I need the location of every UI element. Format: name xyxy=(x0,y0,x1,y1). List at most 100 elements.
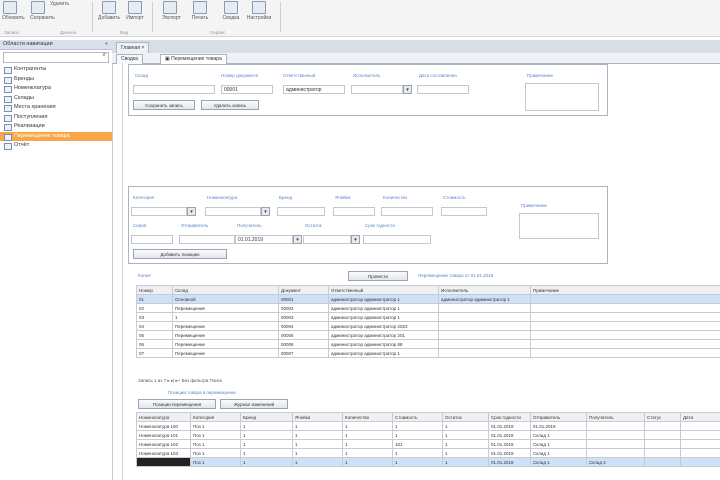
table-icon xyxy=(4,114,12,122)
table-row[interactable]: Номенклатура 104 Поз 1 1 1 1 1 1 01.01.2019 Скла… xyxy=(136,457,720,467)
table-cell: 01.01.2019 xyxy=(488,439,531,449)
table-row[interactable]: 07 Перемещение 00007 администратор админист… xyxy=(136,348,720,358)
record-navigator[interactable]: Запись 1 из 7 ▸ ▸| ▸+ Без фильтра Поиск xyxy=(138,378,222,384)
table-cell: 05 xyxy=(136,330,173,340)
column-header[interactable]: Категория xyxy=(190,412,241,422)
column-header[interactable]: Бренд xyxy=(240,412,293,422)
table-row[interactable]: Номенклатура 103 Поз 1 1 1 1 1 1 01.01.2019 Скла… xyxy=(136,448,720,458)
export-button[interactable]: Экспорт xyxy=(162,1,181,29)
post-button[interactable]: Провести xyxy=(348,271,408,281)
sidebar-item[interactable]: Перемещение товара xyxy=(0,131,112,141)
column-header[interactable]: Склад xyxy=(172,285,279,295)
table-row[interactable]: 05 Перемещение 00005 администратор админист… xyxy=(136,330,720,340)
table-row[interactable]: 02 Перемещение 00002 администратор админист… xyxy=(136,303,720,313)
expiry-field[interactable] xyxy=(363,235,431,244)
transfer-link[interactable]: Перемещение товара от 01.01.2019 xyxy=(418,273,493,278)
table-row[interactable]: 03 1 00003 администратор администратор 1 xyxy=(136,312,720,322)
settings-button[interactable]: Настройки xyxy=(244,1,274,29)
date-dropdown[interactable]: ▾ xyxy=(293,235,302,244)
table-cell: Склад 1 xyxy=(530,430,587,440)
sender-field[interactable] xyxy=(179,235,235,244)
tab-positions[interactable]: Позиции перемещения xyxy=(138,399,216,409)
table-row[interactable]: 06 Перемещение 00006 администратор админист… xyxy=(136,339,720,349)
table-row[interactable]: Номенклатура 100 Поз 1 1 1 1 1 1 01.01.2019 01.0… xyxy=(136,421,720,431)
date-value-field[interactable]: 01.01.2019 xyxy=(235,235,293,244)
nav-header[interactable]: Области навигации « xyxy=(0,40,112,50)
nomenclature-field[interactable] xyxy=(205,207,261,216)
brand-field[interactable] xyxy=(277,207,325,216)
series-field[interactable] xyxy=(131,235,173,244)
chevron-left-icon[interactable]: « xyxy=(105,40,108,49)
category-dropdown[interactable]: ▾ xyxy=(187,207,196,216)
column-header[interactable]: Количество xyxy=(342,412,393,422)
copy-link[interactable]: Копия xyxy=(138,273,151,278)
warehouse-label: Склад xyxy=(135,73,149,78)
doc-number-label: Номер документа xyxy=(221,73,259,78)
column-header[interactable]: Получатель xyxy=(586,412,645,422)
table-cell: Поз 1 xyxy=(190,439,241,449)
date-field[interactable] xyxy=(417,85,469,94)
remainder-field[interactable] xyxy=(303,235,351,244)
summary-button[interactable]: Сводка xyxy=(222,1,240,29)
column-header[interactable]: Исполнитель xyxy=(438,285,531,295)
executor-field[interactable] xyxy=(351,85,403,94)
column-header[interactable]: Номенклатура xyxy=(136,412,191,422)
responsible-field[interactable]: администратор xyxy=(283,85,345,94)
column-header[interactable]: Остаток xyxy=(442,412,489,422)
cost-field[interactable] xyxy=(441,207,487,216)
quantity-field[interactable] xyxy=(381,207,433,216)
column-header[interactable]: Ячейка xyxy=(292,412,343,422)
sidebar-item[interactable]: Отчёт xyxy=(0,141,112,151)
ribbon-separator xyxy=(152,2,153,32)
delete-button[interactable]: Удалить xyxy=(50,1,78,29)
tab-summary[interactable]: Сводка xyxy=(116,54,143,64)
delete-record-button[interactable]: Удалить запись xyxy=(201,100,259,110)
column-header[interactable]: Номер xyxy=(136,285,173,295)
sidebar-item[interactable]: Контрагенты xyxy=(0,65,112,75)
tab-transfer[interactable]: ▣ Перемещение товара xyxy=(160,54,227,64)
sidebar-item[interactable]: Поступления xyxy=(0,113,112,123)
table-cell: 1 xyxy=(442,439,489,449)
doc-number-field[interactable]: 00001 xyxy=(221,85,273,94)
refresh-button[interactable]: Обновить xyxy=(2,1,25,29)
add-button[interactable]: Добавить xyxy=(98,1,120,29)
positions-link[interactable]: Позиции товара в перемещении xyxy=(168,390,236,395)
sidebar-item[interactable]: Реализации xyxy=(0,122,112,132)
column-header[interactable]: Статус xyxy=(644,412,681,422)
pos-note-field[interactable] xyxy=(519,213,599,239)
nomenclature-dropdown[interactable]: ▾ xyxy=(261,207,270,216)
table-row[interactable]: Номенклатура 101 Поз 1 1 1 1 1 1 01.01.2019 Скла… xyxy=(136,430,720,440)
import-button[interactable]: Импорт xyxy=(124,1,146,29)
save-button[interactable]: Сохранить xyxy=(30,1,55,29)
column-header[interactable]: Стоимость xyxy=(392,412,443,422)
sidebar-item[interactable]: Бренды xyxy=(0,75,112,85)
table-row[interactable]: 01 Основной 00001 администратор администрат… xyxy=(136,294,720,304)
column-header[interactable]: Отправитель xyxy=(530,412,587,422)
close-icon[interactable]: × xyxy=(141,45,144,51)
column-header[interactable]: Срок годности xyxy=(488,412,531,422)
tab-change-log[interactable]: Журнал изменений xyxy=(220,399,288,409)
remainder-dropdown[interactable]: ▾ xyxy=(351,235,360,244)
sidebar-item[interactable]: Склады xyxy=(0,94,112,104)
print-button[interactable]: Печать xyxy=(186,1,214,29)
warehouse-field[interactable] xyxy=(133,85,215,94)
add-position-button[interactable]: Добавить позицию xyxy=(133,249,227,259)
table-cell: 01 xyxy=(136,294,173,304)
table-row[interactable]: 04 Перемещение 00004 администратор админист… xyxy=(136,321,720,331)
sidebar-item[interactable]: Места хранения xyxy=(0,103,112,113)
tab-home[interactable]: Главная × xyxy=(116,42,150,53)
note-field[interactable] xyxy=(525,83,599,111)
executor-dropdown[interactable]: ▾ xyxy=(403,85,412,94)
table-row[interactable]: Номенклатура 102 Поз 1 1 1 1 101 1 01.01.2019 Ск… xyxy=(136,439,720,449)
cell-field[interactable] xyxy=(333,207,375,216)
table-cell xyxy=(644,421,681,431)
sidebar-item[interactable]: Номенклатура xyxy=(0,84,112,94)
nav-search-input[interactable]: ⌕ xyxy=(3,52,109,63)
column-header[interactable]: Примечание xyxy=(530,285,720,295)
category-field[interactable] xyxy=(131,207,187,216)
save-record-button[interactable]: Сохранить запись xyxy=(133,100,195,110)
table-cell: 00007 xyxy=(278,348,329,358)
column-header[interactable]: Документ xyxy=(278,285,329,295)
column-header[interactable]: Ответственный xyxy=(328,285,439,295)
column-header[interactable]: Дата xyxy=(680,412,720,422)
